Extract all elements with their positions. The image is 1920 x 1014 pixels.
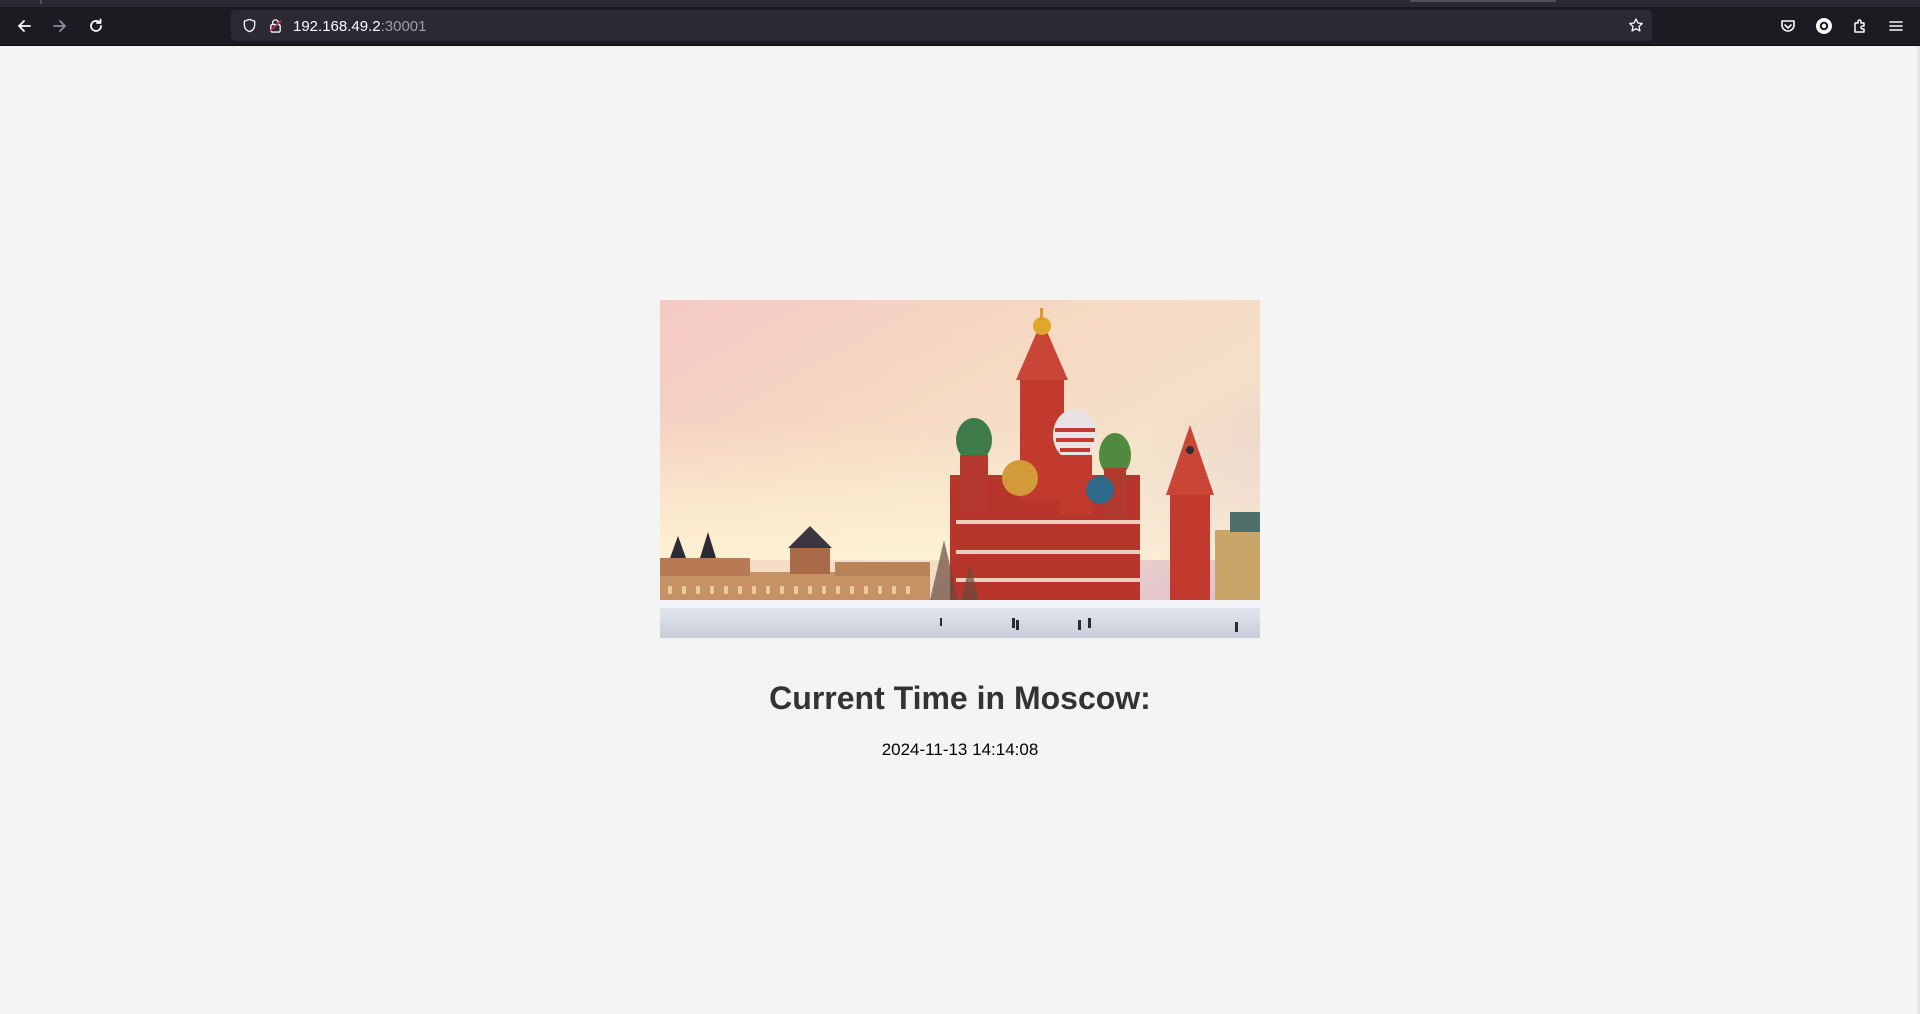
extensions-icon — [1854, 19, 1865, 33]
hamburger-menu-icon — [1889, 21, 1903, 31]
back-arrow-icon — [18, 20, 31, 32]
back-button[interactable] — [10, 12, 38, 40]
star-icon[interactable] — [1628, 17, 1644, 33]
account-icon — [1816, 18, 1832, 34]
page-title: Current Time in Moscow: — [769, 680, 1151, 716]
pocket-icon — [1781, 20, 1795, 32]
browser-toolbar: 192.168.49.2:30001 — [0, 7, 1920, 46]
hero-image — [660, 300, 1260, 638]
forward-button[interactable] — [46, 12, 74, 40]
url-text[interactable]: 192.168.49.2:30001 — [293, 18, 426, 35]
insecure-lock-icon[interactable] — [267, 17, 283, 33]
account-button[interactable] — [1811, 13, 1837, 39]
moscow-time-value: 2024-11-13 14:14:08 — [881, 740, 1039, 759]
tracking-protection-shield-icon[interactable] — [241, 17, 257, 33]
menu-button[interactable] — [1883, 13, 1909, 39]
url-host: 192.168.49.2 — [293, 18, 381, 35]
extensions-button[interactable] — [1847, 13, 1873, 39]
url-port: :30001 — [380, 18, 427, 35]
tab-strip — [0, 0, 1920, 7]
reload-icon — [90, 18, 102, 32]
reload-button[interactable] — [82, 12, 110, 40]
url-bar[interactable]: 192.168.49.2:30001 — [231, 10, 1652, 41]
active-tab-indicator[interactable] — [1410, 0, 1556, 2]
pocket-button[interactable] — [1775, 13, 1801, 39]
tab-edge — [40, 0, 42, 4]
forward-arrow-icon — [53, 20, 66, 32]
